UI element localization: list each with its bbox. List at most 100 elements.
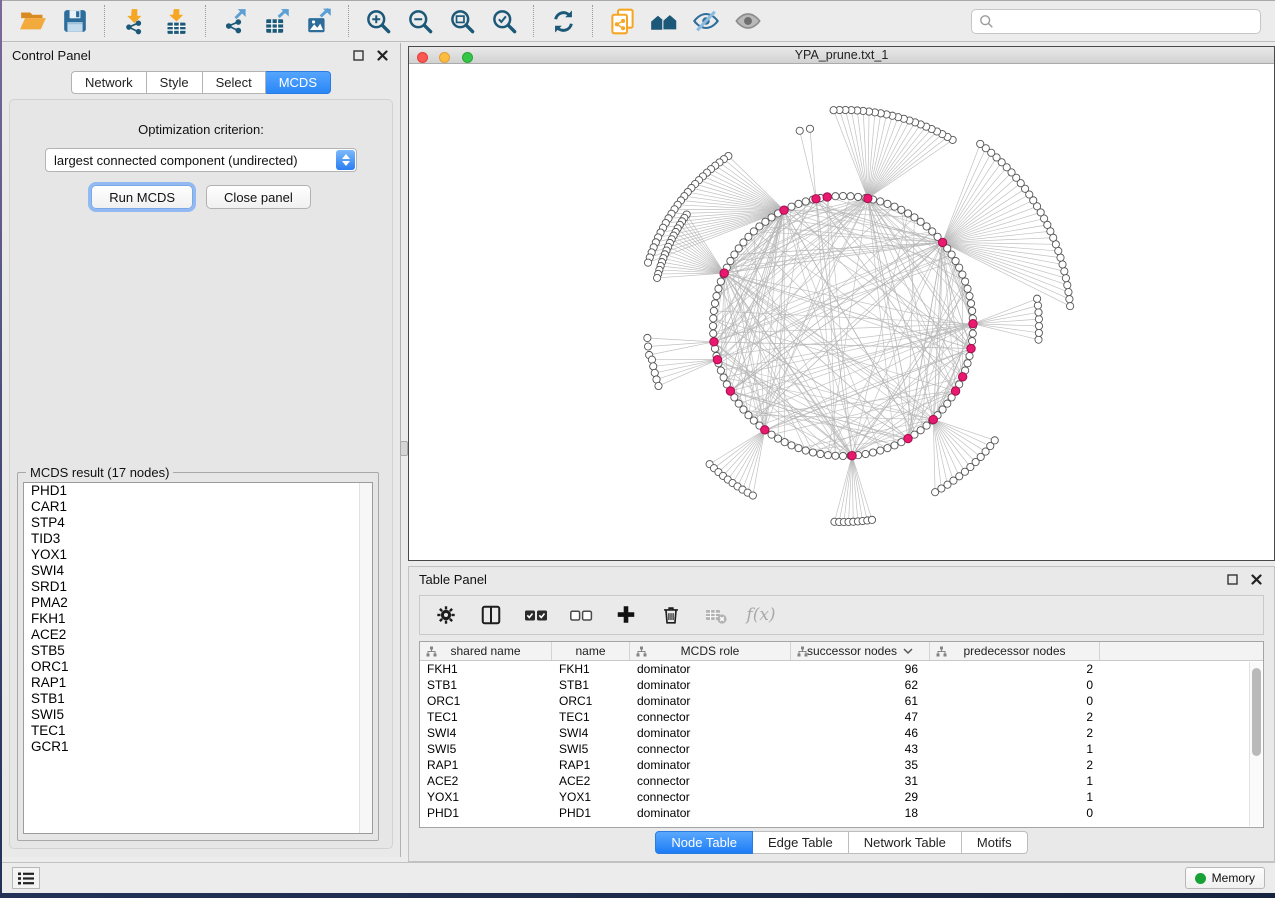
network-node[interactable]: [709, 322, 716, 329]
network-node[interactable]: [651, 369, 658, 376]
maximize-window-icon[interactable]: [462, 52, 473, 63]
network-node[interactable]: [1055, 247, 1062, 254]
network-node[interactable]: [944, 400, 951, 407]
tab-edge-table[interactable]: Edge Table: [753, 831, 849, 854]
network-hub-node[interactable]: [864, 194, 872, 202]
network-node[interactable]: [991, 437, 998, 444]
network-node[interactable]: [969, 330, 976, 337]
network-node[interactable]: [962, 278, 969, 285]
network-node[interactable]: [1035, 316, 1042, 323]
network-node[interactable]: [817, 450, 824, 457]
mcds-result-item[interactable]: ACE2: [24, 627, 372, 643]
tab-network[interactable]: Network: [71, 71, 147, 94]
mcds-result-item[interactable]: ORC1: [24, 659, 372, 675]
network-node[interactable]: [806, 125, 813, 132]
save-icon[interactable]: [59, 5, 91, 37]
table-row[interactable]: STB1STB1dominator620: [420, 677, 1263, 693]
network-node[interactable]: [1035, 322, 1042, 329]
deselect-all-icon[interactable]: [569, 603, 593, 627]
network-node[interactable]: [648, 356, 655, 363]
network-node[interactable]: [832, 452, 839, 459]
network-node[interactable]: [1065, 288, 1072, 295]
network-node[interactable]: [969, 337, 976, 344]
float-panel-icon[interactable]: [1224, 571, 1240, 587]
gear-icon[interactable]: [434, 603, 458, 627]
network-node[interactable]: [802, 198, 809, 205]
network-node[interactable]: [847, 193, 854, 200]
mcds-result-list[interactable]: PHD1CAR1STP4TID3YOX1SWI4SRD1PMA2FKH1ACE2…: [23, 482, 373, 834]
network-node[interactable]: [868, 516, 875, 523]
table-row[interactable]: PHD1PHD1dominator180: [420, 805, 1263, 821]
network-node[interactable]: [869, 449, 876, 456]
network-node[interactable]: [959, 271, 966, 278]
network-node[interactable]: [1035, 309, 1042, 316]
network-node[interactable]: [788, 203, 795, 210]
network-node[interactable]: [735, 245, 742, 252]
network-node[interactable]: [768, 214, 775, 221]
network-node[interactable]: [966, 292, 973, 299]
network-node[interactable]: [964, 285, 971, 292]
network-node[interactable]: [891, 442, 898, 449]
tab-network-table[interactable]: Network Table: [849, 831, 962, 854]
open-folder-icon[interactable]: [17, 5, 49, 37]
tab-motifs[interactable]: Motifs: [962, 831, 1028, 854]
mcds-result-item[interactable]: CAR1: [24, 499, 372, 515]
network-node[interactable]: [795, 445, 802, 452]
table-row[interactable]: SWI4SWI4dominator462: [420, 725, 1263, 741]
network-node[interactable]: [1035, 336, 1042, 343]
close-panel-icon[interactable]: [374, 47, 390, 63]
table-row[interactable]: TEC1TEC1connector472: [420, 709, 1263, 725]
mcds-result-item[interactable]: SWI5: [24, 707, 372, 723]
table-row[interactable]: SWI5SWI5connector431: [420, 741, 1263, 757]
close-window-icon[interactable]: [417, 52, 428, 63]
network-node[interactable]: [781, 439, 788, 446]
network-hub-node[interactable]: [938, 238, 946, 246]
network-hub-node[interactable]: [904, 434, 912, 442]
network-hub-node[interactable]: [812, 195, 820, 203]
mcds-result-item[interactable]: SRD1: [24, 579, 372, 595]
network-node[interactable]: [1033, 295, 1040, 302]
network-node[interactable]: [839, 452, 846, 459]
network-node[interactable]: [1059, 261, 1066, 268]
search-field[interactable]: [971, 9, 1261, 34]
network-node[interactable]: [727, 257, 734, 264]
network-node[interactable]: [917, 218, 924, 225]
export-table-icon[interactable]: [261, 5, 293, 37]
mcds-result-item[interactable]: STP4: [24, 515, 372, 531]
network-node[interactable]: [796, 127, 803, 134]
network-node[interactable]: [839, 192, 846, 199]
network-graph[interactable]: [409, 65, 1274, 559]
network-hub-node[interactable]: [720, 269, 728, 277]
network-node[interactable]: [877, 198, 884, 205]
network-hub-node[interactable]: [951, 387, 959, 395]
network-node[interactable]: [768, 431, 775, 438]
mcds-result-item[interactable]: TID3: [24, 531, 372, 547]
table-row[interactable]: YOX1YOX1connector291: [420, 789, 1263, 805]
network-node[interactable]: [717, 278, 724, 285]
network-node[interactable]: [731, 251, 738, 258]
network-hub-node[interactable]: [780, 206, 788, 214]
minimize-window-icon[interactable]: [439, 52, 450, 63]
table-row[interactable]: FKH1FKH1dominator962: [420, 661, 1263, 677]
mcds-result-item[interactable]: TEC1: [24, 723, 372, 739]
mcds-result-item[interactable]: GCR1: [24, 739, 372, 755]
tab-node-table[interactable]: Node Table: [655, 831, 753, 854]
network-node[interactable]: [854, 193, 861, 200]
splitter-handle[interactable]: [400, 441, 408, 456]
mcds-result-item[interactable]: PHD1: [24, 483, 372, 499]
tab-style[interactable]: Style: [147, 71, 203, 94]
network-node[interactable]: [911, 214, 918, 221]
network-node[interactable]: [884, 445, 891, 452]
network-node[interactable]: [720, 374, 727, 381]
network-node[interactable]: [966, 352, 973, 359]
tab-mcds[interactable]: MCDS: [266, 71, 331, 94]
network-hub-node[interactable]: [967, 344, 975, 352]
network-node[interactable]: [1064, 282, 1071, 289]
network-node[interactable]: [884, 200, 891, 207]
import-table-icon[interactable]: [160, 5, 192, 37]
network-node[interactable]: [717, 367, 724, 374]
network-node[interactable]: [948, 251, 955, 258]
table-row[interactable]: RAP1RAP1dominator352: [420, 757, 1263, 773]
node-table[interactable]: shared name name MCDS role successor nod…: [419, 641, 1264, 828]
column-header-mcds-role[interactable]: MCDS role: [630, 642, 791, 660]
